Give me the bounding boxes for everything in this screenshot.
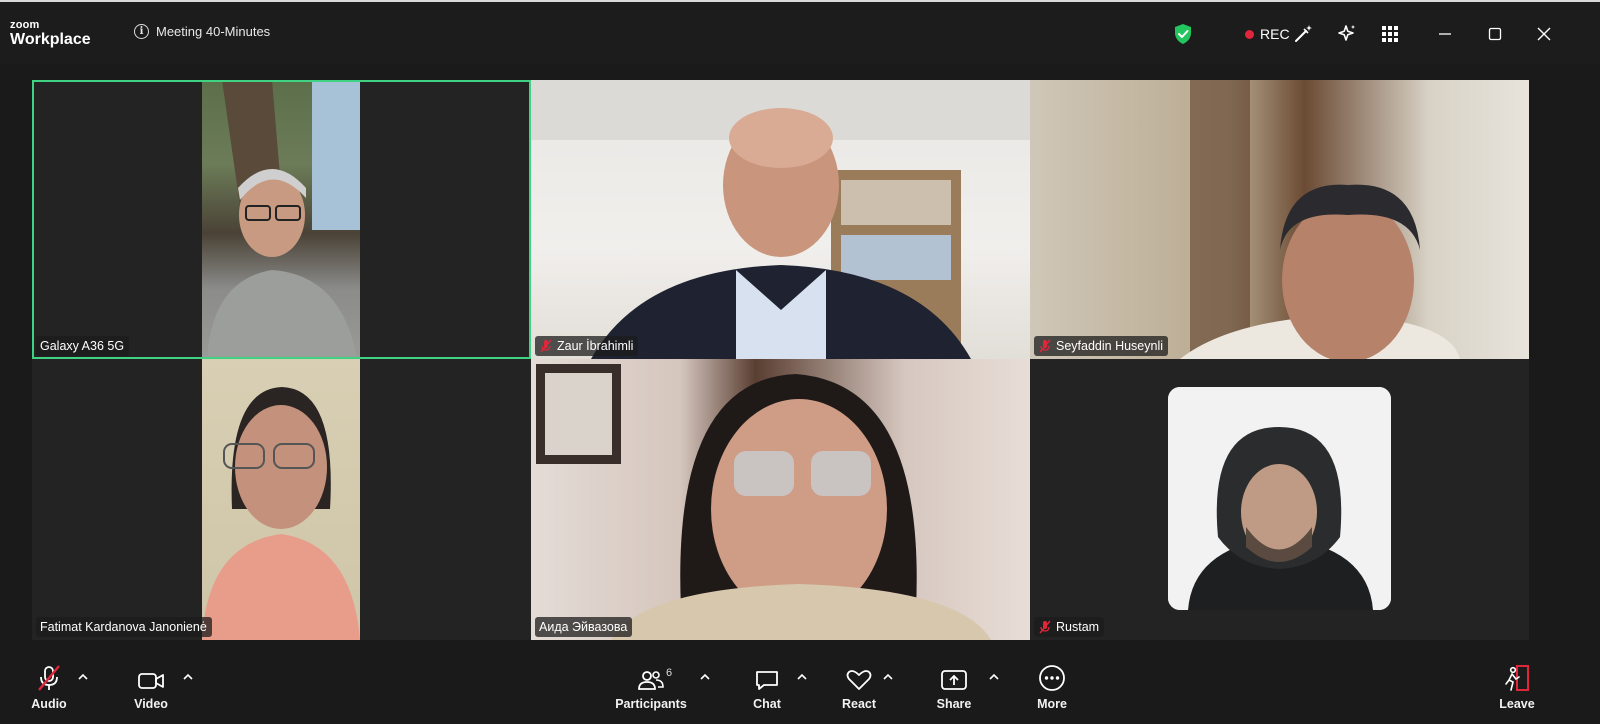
video-tile[interactable]: Fatimat Kardanova Janonienė <box>32 359 531 640</box>
zoom-workplace-logo: zoom Workplace <box>10 20 91 48</box>
meeting-title: Meeting 40-Minutes <box>156 24 271 39</box>
participant-name: Zaur İbrahimli <box>557 339 634 353</box>
mic-muted-icon <box>540 339 552 353</box>
rec-dot-icon <box>1245 29 1254 39</box>
title-bar: zoom Workplace i Meeting 40-Minutes REC <box>0 0 1600 64</box>
chat-button[interactable]: Chat <box>747 658 787 724</box>
video-tile[interactable]: Seyfaddin Huseynli <box>1030 80 1529 359</box>
minimize-icon[interactable] <box>1438 22 1452 46</box>
participants-options-caret-icon[interactable] <box>699 672 711 682</box>
share-button[interactable]: Share <box>934 658 974 724</box>
apps-grid-icon[interactable] <box>1381 22 1399 46</box>
participant-name-tag: Zaur İbrahimli <box>535 336 639 356</box>
close-icon[interactable] <box>1537 22 1551 46</box>
participant-name-tag: Fatimat Kardanova Janonienė <box>36 617 212 637</box>
video-label: Video <box>134 697 168 711</box>
rec-label: REC <box>1260 26 1290 42</box>
share-screen-icon <box>940 658 968 692</box>
participant-video <box>202 80 360 359</box>
participant-avatar <box>1168 387 1391 610</box>
video-grid: Galaxy A36 5G Zaur İbrahimli Seyfaddin H… <box>32 80 1562 652</box>
video-tile[interactable]: Galaxy A36 5G <box>32 80 531 359</box>
participant-name-tag: Seyfaddin Huseynli <box>1034 336 1169 356</box>
participants-label: Participants <box>615 697 687 711</box>
leave-door-icon <box>1503 658 1531 692</box>
more-label: More <box>1037 697 1067 711</box>
meeting-controls-toolbar: Audio Video Participants 6 Chat React Sh… <box>0 658 1600 724</box>
participant-video <box>531 359 1030 640</box>
react-options-caret-icon[interactable] <box>882 672 894 682</box>
video-tile[interactable]: Rustam <box>1030 359 1529 640</box>
participants-count: 6 <box>666 667 673 679</box>
participant-name: Аида Эйвазова <box>539 620 628 634</box>
participant-name: Galaxy A36 5G <box>40 339 125 353</box>
logo-workplace-text: Workplace <box>10 31 91 48</box>
mic-muted-icon <box>1039 339 1051 353</box>
mic-muted-icon <box>36 658 62 692</box>
participant-name: Seyfaddin Huseynli <box>1056 339 1164 353</box>
video-tile[interactable]: Zaur İbrahimli <box>531 80 1030 359</box>
audio-label: Audio <box>31 697 67 711</box>
chat-label: Chat <box>753 697 781 711</box>
more-button[interactable]: More <box>1032 658 1072 724</box>
participant-name: Rustam <box>1056 620 1100 634</box>
info-icon[interactable]: i <box>134 24 149 39</box>
participant-name-tag: Аида Эйвазова <box>535 617 633 637</box>
participants-button[interactable]: Participants <box>611 658 691 724</box>
leave-button[interactable]: Leave <box>1496 658 1538 724</box>
recording-indicator[interactable]: REC <box>1245 26 1290 42</box>
participant-video <box>202 359 360 640</box>
leave-label: Leave <box>1499 697 1535 711</box>
more-dots-icon <box>1038 658 1066 692</box>
maximize-icon[interactable] <box>1488 22 1502 46</box>
audio-options-caret-icon[interactable] <box>77 672 89 682</box>
heart-icon <box>845 658 873 692</box>
share-options-caret-icon[interactable] <box>988 672 1000 682</box>
react-label: React <box>841 697 877 711</box>
video-options-caret-icon[interactable] <box>182 672 194 682</box>
chat-bubble-icon <box>754 658 780 692</box>
meeting-info[interactable]: i Meeting 40-Minutes <box>134 24 270 39</box>
video-camera-icon <box>137 658 165 692</box>
chat-options-caret-icon[interactable] <box>796 672 808 682</box>
participant-name: Fatimat Kardanova Janonienė <box>40 620 207 634</box>
mic-muted-icon <box>1039 620 1051 634</box>
participant-video <box>531 80 1030 359</box>
people-icon <box>637 658 665 692</box>
audio-button[interactable]: Audio <box>26 658 72 724</box>
shield-check-icon[interactable] <box>1173 22 1193 46</box>
react-button[interactable]: React <box>837 658 881 724</box>
magic-wand-icon[interactable] <box>1292 22 1314 46</box>
participant-video <box>1030 80 1529 359</box>
ai-sparkle-icon[interactable] <box>1336 22 1358 46</box>
logo-zoom-text: zoom <box>10 19 40 31</box>
video-tile[interactable]: Аида Эйвазова <box>531 359 1030 640</box>
participant-name-tag: Rustam <box>1034 617 1105 637</box>
video-button[interactable]: Video <box>126 658 176 724</box>
participant-name-tag: Galaxy A36 5G <box>36 336 130 356</box>
share-label: Share <box>936 697 972 711</box>
